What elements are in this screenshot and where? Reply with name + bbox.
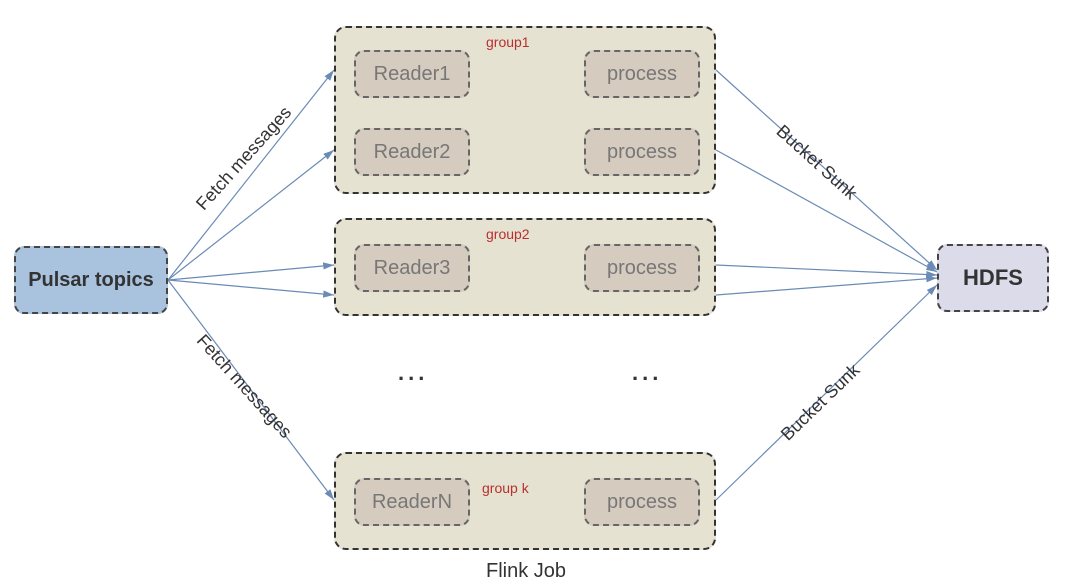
pulsar-topics-node: Pulsar topics: [14, 246, 168, 314]
process2-node: process: [584, 244, 700, 292]
reader3-node: Reader3: [354, 244, 470, 292]
reader3-label: Reader3: [374, 257, 451, 280]
group2-label: group2: [486, 226, 530, 242]
hdfs-node: HDFS: [937, 244, 1049, 312]
process1a-node: process: [584, 50, 700, 98]
reader2-label: Reader2: [374, 141, 451, 164]
process1b-node: process: [584, 128, 700, 176]
flink-job-caption: Flink Job: [486, 560, 566, 583]
readern-label: ReaderN: [372, 491, 452, 514]
sunk-label-top: Bucket Sunk: [772, 121, 861, 204]
reader2-node: Reader2: [354, 128, 470, 176]
group2-container: group2 Reader3 process: [334, 218, 716, 316]
groupk-container: group k ReaderN process: [334, 452, 716, 550]
ellipsis-left: ...: [398, 360, 428, 386]
group1-container: group1 Reader1 process Reader2 process: [334, 26, 716, 194]
ellipsis-right: ...: [632, 360, 662, 386]
reader1-label: Reader1: [374, 63, 451, 86]
processk-label: process: [607, 491, 677, 514]
groupk-label: group k: [482, 480, 529, 496]
process1b-label: process: [607, 141, 677, 164]
process2-label: process: [607, 257, 677, 280]
process1a-label: process: [607, 63, 677, 86]
sunk-label-bottom: Bucket Sunk: [777, 360, 864, 445]
fetch-label-bottom: Fetch messages: [192, 330, 296, 442]
pulsar-label: Pulsar topics: [28, 269, 154, 292]
processk-node: process: [584, 478, 700, 526]
reader1-node: Reader1: [354, 50, 470, 98]
group1-label: group1: [486, 34, 530, 50]
hdfs-label: HDFS: [963, 265, 1023, 291]
fetch-label-top: Fetch messages: [192, 102, 296, 214]
readern-node: ReaderN: [354, 478, 470, 526]
